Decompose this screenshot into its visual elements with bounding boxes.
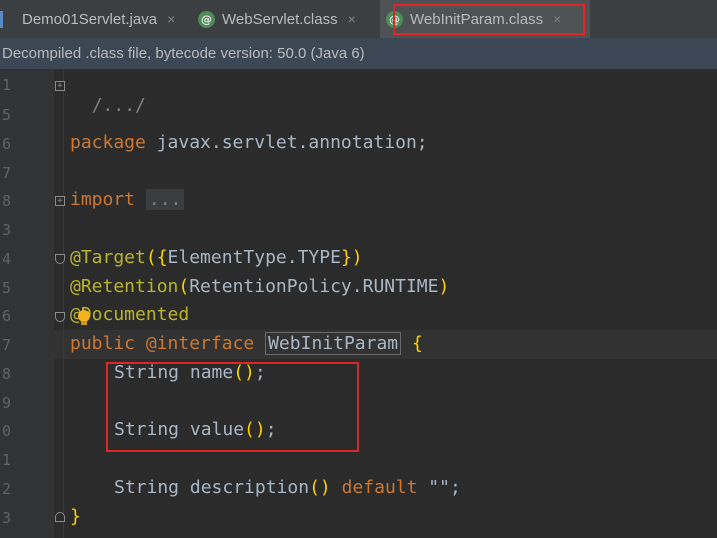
code-line-description: String description() default ""; <box>114 477 461 498</box>
line-number: 6 <box>2 307 12 325</box>
fold-guide <box>63 70 64 538</box>
line-number: 9 <box>2 394 12 412</box>
line-number: 4 <box>2 250 12 268</box>
class-name: WebInitParam <box>265 332 402 355</box>
code-line-header: /.../ <box>70 74 146 116</box>
paren: ) <box>351 247 363 268</box>
annotation-value: ElementType.TYPE <box>167 247 341 268</box>
brace: { <box>156 247 168 268</box>
annotation: @Retention <box>70 276 179 297</box>
close-icon[interactable]: × <box>167 11 175 27</box>
code-highlight-box <box>106 362 359 452</box>
brace: { <box>411 333 423 354</box>
paren: ( <box>145 247 157 268</box>
line-number: 3 <box>2 221 12 239</box>
annotation-class-icon: @ <box>198 10 215 28</box>
editor-tab-bar: Demo01Servlet.java × @ WebServlet.class … <box>0 0 717 39</box>
line-number: 7 <box>2 336 12 354</box>
code-line-close: } <box>70 506 81 527</box>
keyword: default <box>341 477 418 498</box>
paren: ( <box>178 276 190 297</box>
tab-label: Demo01Servlet.java <box>22 10 158 28</box>
fold-toggle-icon[interactable] <box>55 512 65 522</box>
java-file-icon <box>0 10 17 28</box>
keyword: @interface <box>145 333 255 354</box>
tab-label: WebServlet.class <box>222 10 338 28</box>
brace: } <box>70 506 81 527</box>
paren: ) <box>438 276 450 297</box>
keyword: import <box>70 189 136 210</box>
fold-toggle-icon[interactable] <box>55 312 65 322</box>
brace: } <box>340 247 352 268</box>
line-number: 7 <box>2 164 12 182</box>
tab-webservlet[interactable]: @ WebServlet.class × <box>198 0 378 38</box>
collapsed-comment[interactable]: /.../ <box>92 95 146 116</box>
line-number: 3 <box>2 509 12 527</box>
collapsed-imports[interactable]: ... <box>145 189 185 210</box>
paren: () <box>309 477 331 498</box>
keyword: package <box>70 132 146 153</box>
fold-toggle-icon[interactable] <box>55 254 65 264</box>
annotation: @Target <box>70 247 146 268</box>
line-number: 8 <box>2 192 12 210</box>
info-text: Decompiled .class file, bytecode version… <box>2 45 365 62</box>
code-line-import: import ... <box>70 189 185 210</box>
tab-demo01servlet[interactable]: Demo01Servlet.java × <box>0 0 192 38</box>
line-number: 0 <box>2 422 12 440</box>
keyword: public <box>70 333 136 354</box>
decompiled-info-bar: Decompiled .class file, bytecode version… <box>0 38 717 70</box>
default-value: ""; <box>417 477 461 498</box>
lightbulb-icon[interactable] <box>77 309 91 327</box>
annotation-value: RetentionPolicy.RUNTIME <box>189 276 439 297</box>
fold-toggle-icon[interactable]: + <box>55 81 65 91</box>
line-number: 5 <box>2 279 12 297</box>
tab-highlight-box <box>393 4 585 35</box>
fold-toggle-icon[interactable]: + <box>55 196 65 206</box>
line-number: 5 <box>2 106 12 124</box>
line-number: 6 <box>2 135 12 153</box>
code-line-interface: public @interface WebInitParam { <box>70 332 423 355</box>
line-number: 1 <box>2 451 12 469</box>
code-line-target: @Target({ElementType.TYPE}) <box>70 247 363 268</box>
code-line-package: package javax.servlet.annotation; <box>70 132 428 153</box>
line-number: 1 <box>2 76 12 94</box>
method-decl: String description <box>114 477 310 498</box>
line-number: 8 <box>2 365 12 383</box>
line-number: 2 <box>2 480 12 498</box>
close-icon[interactable]: × <box>348 11 356 27</box>
package-name: javax.servlet.annotation; <box>145 132 428 153</box>
code-line-retention: @Retention(RetentionPolicy.RUNTIME) <box>70 276 449 297</box>
